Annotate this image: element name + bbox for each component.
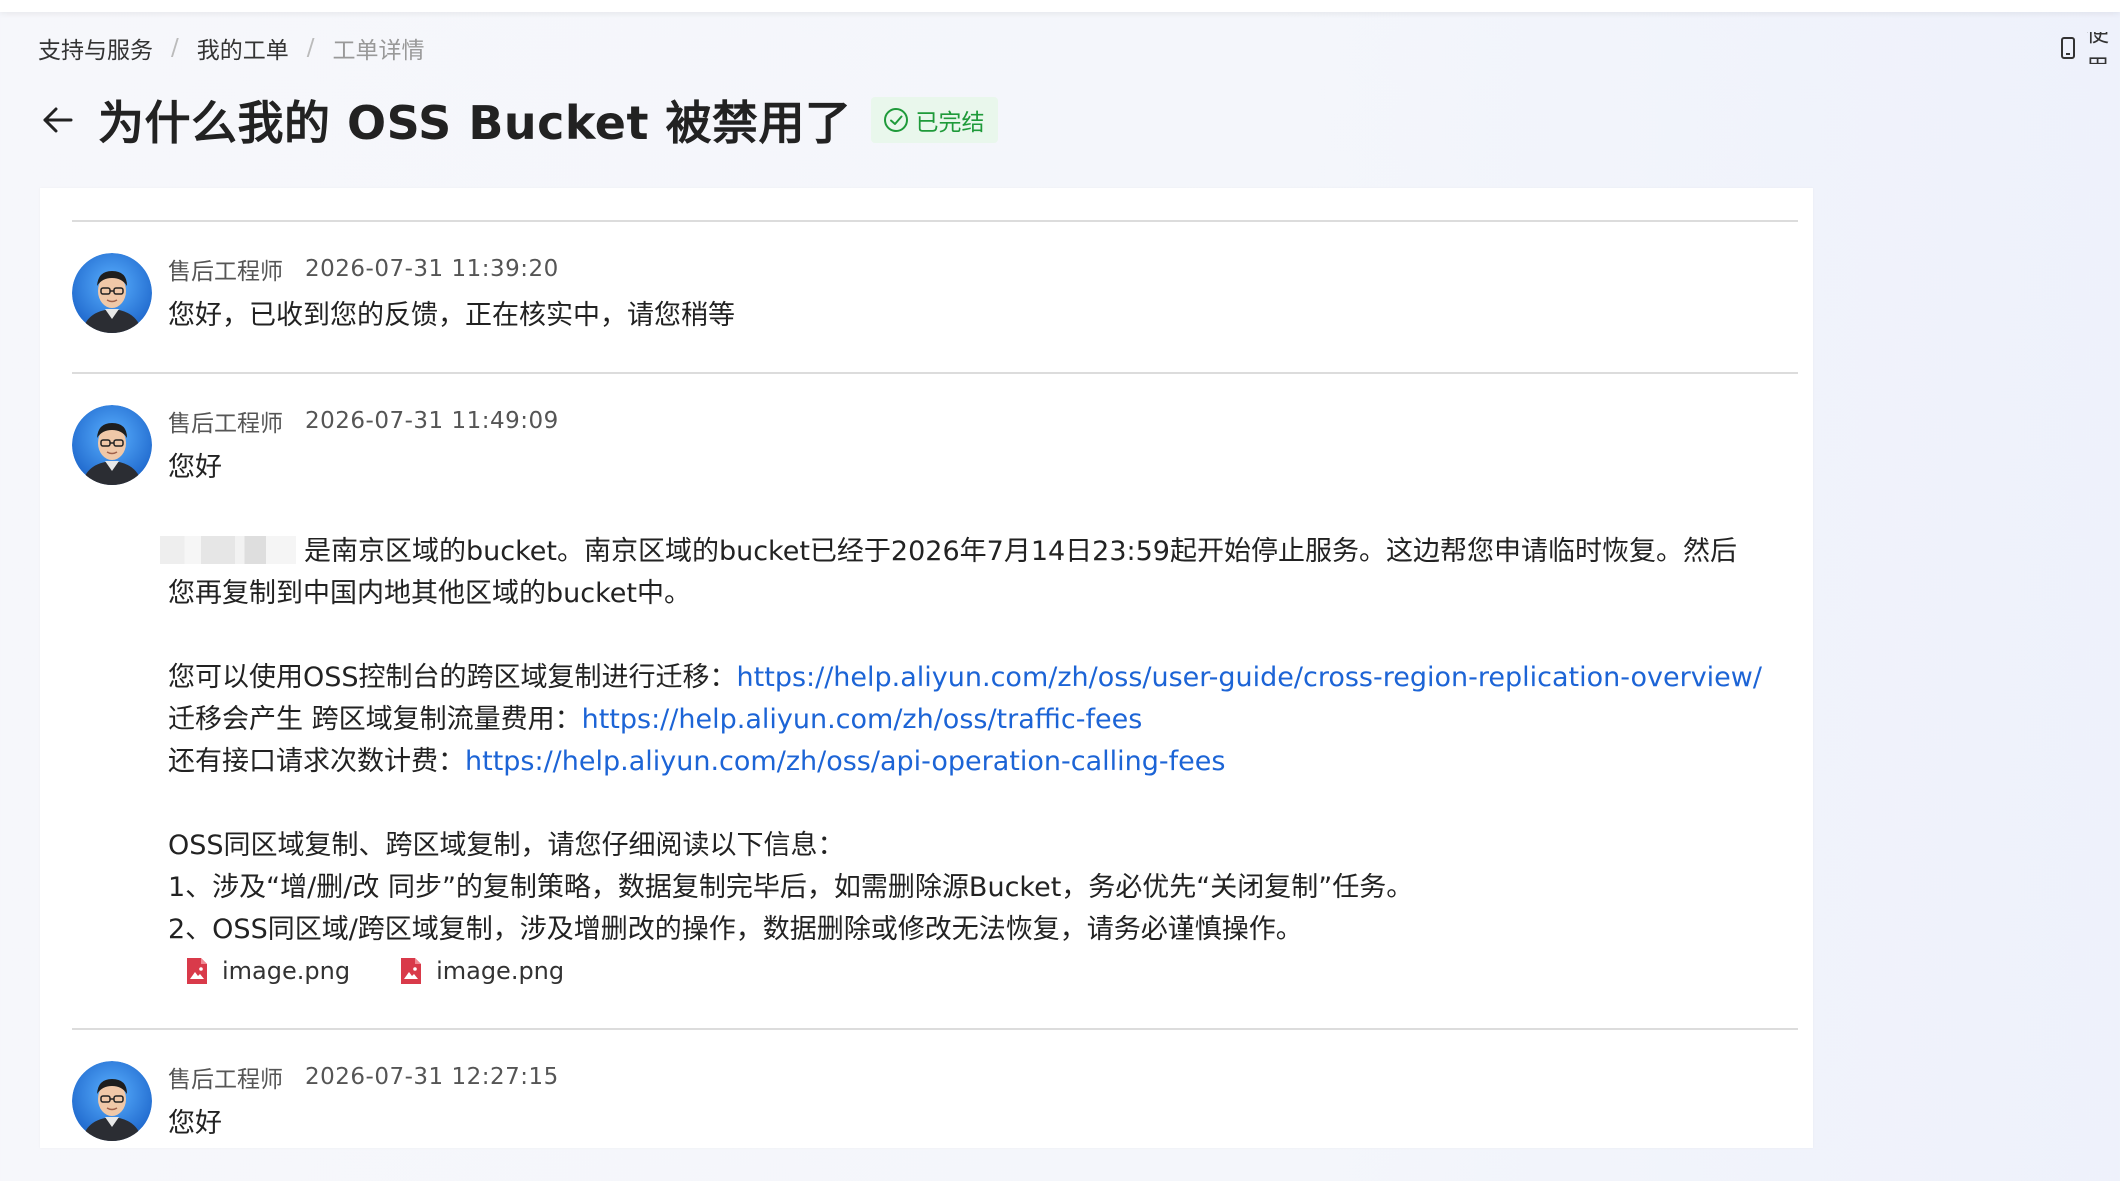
link-line: 您可以使用OSS控制台的跨区域复制进行迁移：https://help.aliyu… [168, 657, 1788, 699]
message-meta: 售后工程师 2026-07-31 12:27:15 [168, 1061, 559, 1093]
message-meta: 售后工程师 2026-07-31 11:49:09 [168, 405, 559, 437]
attachment-name: image.png [222, 957, 351, 985]
breadcrumb-item-my-tickets[interactable]: 我的工单 [197, 31, 289, 65]
message-item: 售后工程师 2026-07-31 11:49:09 您好 是南京区域的bucke… [72, 405, 1798, 1005]
check-circle-icon [883, 107, 909, 133]
link-line: 还有接口请求次数计费：https://help.aliyun.com/zh/os… [168, 741, 1788, 783]
avatar [72, 405, 152, 485]
avatar [72, 253, 152, 333]
message-paragraph-line: 您再复制到中国内地其他区域的bucket中。 [168, 578, 691, 609]
message-body: 您好 [168, 1103, 1788, 1145]
status-badge-label: 已完结 [915, 110, 985, 136]
link-line: 迁移会产生 跨区域复制流量费用：https://help.aliyun.com/… [168, 699, 1788, 741]
attachment-item[interactable]: image.png [400, 950, 564, 992]
message-text: 您好 [168, 1108, 222, 1139]
breadcrumb-item-ticket-detail: 工单详情 [332, 38, 425, 64]
message-time: 2026-07-31 11:39:20 [305, 256, 559, 282]
message-meta: 售后工程师 2026-07-31 11:39:20 [168, 253, 559, 285]
status-badge: 已完结 [871, 97, 999, 143]
notice-item: 1、涉及“增/删/改 同步”的复制策略，数据复制完毕后，如需删除源Bucket，… [168, 872, 1414, 903]
top-navbar [0, 0, 2120, 12]
phone-icon [2060, 37, 2076, 59]
api-calling-fees-link[interactable]: https://help.aliyun.com/zh/oss/api-opera… [465, 746, 1225, 777]
attachment-item[interactable]: image.png [186, 950, 350, 992]
message-paragraph-text: 是南京区域的bucket。南京区域的bucket已经于2026年7月14日23:… [304, 536, 1737, 567]
arrow-left-icon [41, 103, 75, 137]
message-body: 您好 是南京区域的bucket。南京区域的bucket已经于2026年7月14日… [160, 447, 1788, 991]
message-author: 售后工程师 [168, 411, 283, 437]
message-text: 您好，已收到您的反馈，正在核实中，请您稍等 [168, 300, 735, 331]
breadcrumb: 支持与服务 / 我的工单 / 工单详情 [38, 32, 425, 64]
message-time: 2026-07-31 12:27:15 [305, 1064, 559, 1090]
breadcrumb-separator: / [306, 35, 315, 61]
breadcrumb-separator: / [171, 35, 179, 61]
attachments: image.png image.png [168, 951, 1788, 991]
message-item: 售后工程师 2026-07-31 12:27:15 您好 [72, 1061, 1798, 1181]
image-file-icon [400, 957, 422, 985]
message-author: 售后工程师 [168, 259, 283, 285]
link-line-prefix: 您可以使用OSS控制台的跨区域复制进行迁移： [168, 662, 737, 693]
usage-link-label: 使用 [2086, 32, 2109, 64]
notice-title: OSS同区域复制、跨区域复制，请您仔细阅读以下信息： [168, 830, 845, 861]
ticket-conversation-card: 售后工程师 2026-07-31 11:39:20 您好，已收到您的反馈，正在核… [40, 188, 1813, 1148]
usage-link[interactable]: 使用 [2060, 32, 2120, 64]
message-item: 售后工程师 2026-07-31 11:39:20 您好，已收到您的反馈，正在核… [72, 253, 1798, 373]
breadcrumb-item-support[interactable]: 支持与服务 [38, 31, 153, 65]
image-file-icon [186, 957, 208, 985]
back-button[interactable] [38, 100, 78, 140]
message-time: 2026-07-31 11:49:09 [305, 408, 559, 434]
notice-item: 2、OSS同区域/跨区域复制，涉及增删改的操作，数据删除或修改无法恢复，请务必谨… [168, 914, 1303, 945]
divider [72, 220, 1798, 222]
traffic-fees-link[interactable]: https://help.aliyun.com/zh/oss/traffic-f… [582, 704, 1143, 735]
page-title: 为什么我的 OSS Bucket 被禁用了 [98, 96, 852, 150]
cross-region-replication-link[interactable]: https://help.aliyun.com/zh/oss/user-guid… [737, 662, 1762, 693]
message-author: 售后工程师 [168, 1067, 283, 1093]
link-line-prefix: 还有接口请求次数计费： [168, 746, 465, 777]
link-line-prefix: 迁移会产生 跨区域复制流量费用： [168, 704, 582, 735]
title-row: 为什么我的 OSS Bucket 被禁用了 已完结 [38, 92, 999, 150]
message-paragraph-line: 是南京区域的bucket。南京区域的bucket已经于2026年7月14日23:… [160, 531, 1788, 573]
redacted-bucket-name [160, 536, 296, 564]
divider [72, 1028, 1798, 1030]
attachment-name: image.png [436, 957, 565, 985]
message-body: 您好，已收到您的反馈，正在核实中，请您稍等 [168, 295, 1788, 337]
divider [72, 372, 1798, 374]
message-greeting: 您好 [168, 452, 222, 483]
avatar [72, 1061, 152, 1141]
